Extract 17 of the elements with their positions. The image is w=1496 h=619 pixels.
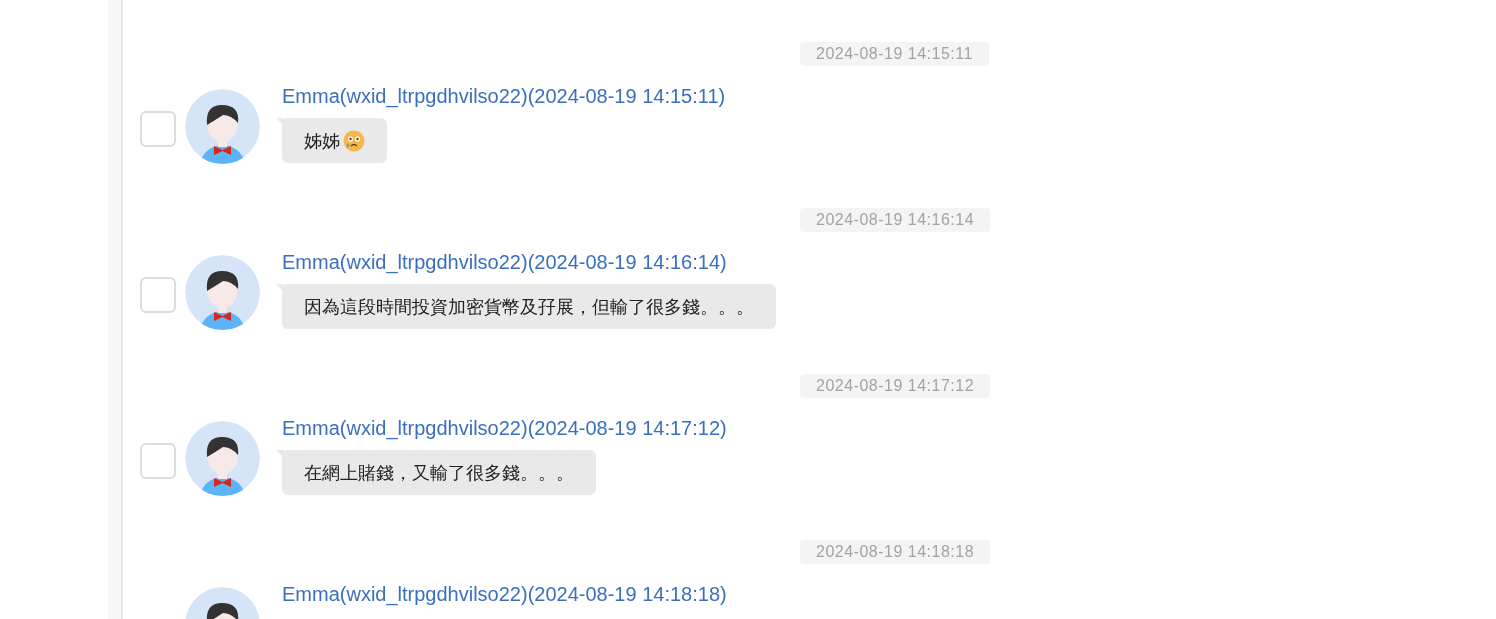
checkbox[interactable]	[140, 277, 176, 313]
message-text: 姊姊	[304, 129, 340, 153]
timestamp: 2024-08-19 14:15:11	[800, 42, 989, 66]
timestamp: 2024-08-19 14:16:14	[800, 208, 991, 232]
timestamp: 2024-08-19 14:17:12	[800, 374, 991, 398]
timestamp: 2024-08-19 14:18:18	[800, 540, 991, 564]
avatar-icon	[185, 255, 260, 330]
message-text: 因為這段時間投資加密貨幣及孖展，但輸了很多錢。。。	[304, 295, 754, 319]
sender-name: Emma(wxid_ltrpgdhvilso22)(2024-08-19 14:16:14)	[282, 251, 728, 273]
checkbox[interactable]	[140, 443, 176, 479]
sender-name: Emma(wxid_ltrpgdhvilso22)(2024-08-19 14:17:12)	[282, 417, 727, 439]
checkbox[interactable]	[140, 111, 176, 147]
avatar-icon	[185, 89, 260, 164]
avatar-icon	[185, 421, 260, 496]
message-text: 在網上賭錢，又輸了很多錢。。。	[304, 461, 574, 485]
sender-name: Emma(wxid_ltrpgdhvilso22)(2024-08-19 14:18:18)	[282, 583, 727, 605]
sender-name: Emma(wxid_ltrpgdhvilso22)(2024-08-19 14:15:11)	[282, 85, 726, 107]
